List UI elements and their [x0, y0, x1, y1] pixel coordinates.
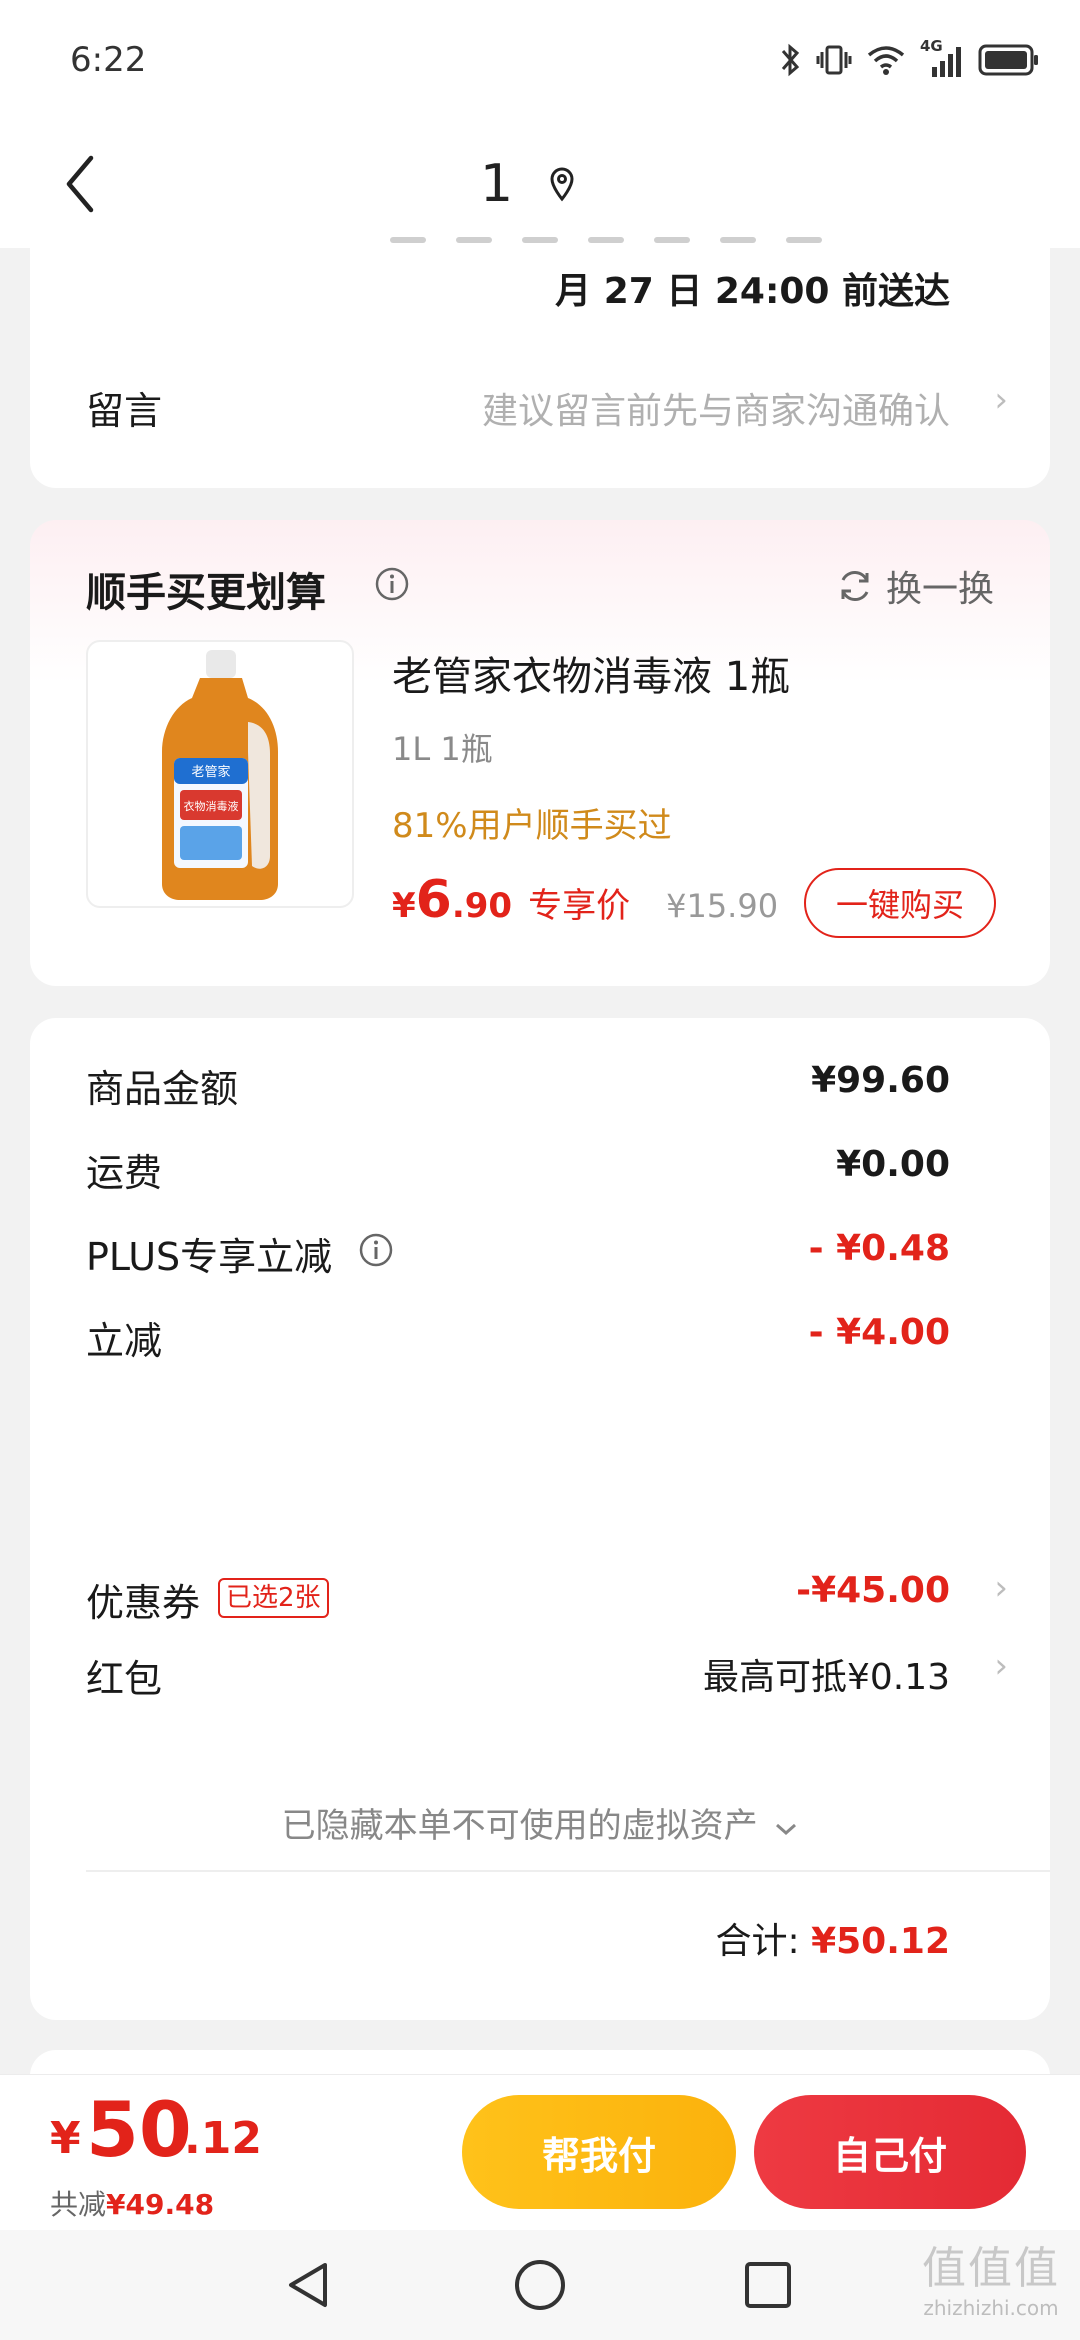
total-label: 合计:: [715, 1921, 800, 1962]
pay-currency: ¥: [50, 2113, 81, 2164]
pay-myself-button[interactable]: 自己付: [754, 2095, 1026, 2209]
back-button[interactable]: [50, 142, 110, 226]
delivery-card: 月 27 日 24:00 前送达 留言 建议留言前先与商家沟通确认 ›: [30, 220, 1050, 488]
watermark: 值值值 zhizhizhi.com: [922, 2232, 1060, 2320]
recommend-title: 顺手买更划算: [86, 570, 326, 616]
swap-button[interactable]: 换一换: [836, 560, 994, 612]
bluetooth-icon: [780, 42, 802, 78]
chevron-left-icon: [66, 155, 94, 213]
red-packet-value[interactable]: 最高可抵¥0.13: [703, 1648, 950, 1700]
watermark-glyphs: 值值值: [922, 2243, 1060, 2294]
status-icons: 4G: [780, 37, 1040, 82]
goods-amount-label: 商品金额: [86, 1067, 239, 1111]
product-price: ¥ 6 .90 专享价 ¥15.90: [392, 870, 778, 930]
one-click-buy-button[interactable]: 一键购买: [804, 868, 996, 938]
watermark-site: zhizhizhi.com: [923, 2296, 1059, 2320]
price-tag: 专享价: [528, 886, 631, 926]
message-input[interactable]: 建议留言前先与商家沟通确认: [482, 382, 950, 434]
pay-amount-decimal: .12: [184, 2113, 262, 2164]
swap-label: 换一换: [885, 569, 994, 610]
price-decimal: .90: [451, 886, 513, 926]
bottle-brand-text: 老管家: [191, 764, 230, 780]
divider: [86, 1870, 1050, 1872]
plus-discount-value: - ¥0.48: [808, 1228, 950, 1269]
order-summary-card: 商品金额 ¥99.60 运费 ¥0.00 PLUS专享立减 - ¥0.48 立减…: [30, 1018, 1050, 2020]
red-packet-label[interactable]: 红包: [86, 1648, 162, 1703]
savings-label: 共减: [50, 2188, 107, 2221]
cellular-signal-icon: 4G: [920, 37, 964, 79]
scrolled-text-fragment: [390, 228, 910, 248]
delivery-time: 月 27 日 24:00 前送达: [555, 271, 950, 312]
product-spec: 1L 1瓶: [392, 730, 493, 768]
info-icon[interactable]: [374, 566, 410, 606]
system-navigation-bar: [0, 2230, 1080, 2340]
location-pin-icon[interactable]: [548, 166, 576, 206]
goods-amount-value: ¥99.60: [811, 1060, 950, 1101]
back-triangle-icon[interactable]: [268, 2250, 348, 2320]
price-integer: 6: [415, 870, 452, 930]
hidden-assets-toggle[interactable]: 已隐藏本单不可使用的虚拟资产: [30, 1798, 1050, 1847]
vibrate-icon: [816, 42, 852, 78]
original-price: ¥15.90: [666, 887, 779, 925]
product-image[interactable]: 老管家 衣物消毒液: [86, 640, 354, 908]
instant-discount-label: 立减: [86, 1319, 163, 1363]
chevron-right-icon: ›: [994, 380, 1008, 420]
bottle-name-text: 衣物消毒液: [184, 799, 239, 813]
battery-icon: [978, 44, 1040, 76]
message-label: 留言: [86, 389, 163, 433]
coupon-badge: 已选2张: [218, 1578, 329, 1618]
home-circle-icon[interactable]: [500, 2250, 580, 2320]
refresh-icon: [841, 570, 869, 602]
hidden-assets-label: 已隐藏本单不可使用的虚拟资产: [281, 1806, 758, 1846]
status-bar: 6:22 4G: [0, 0, 1080, 120]
chevron-right-icon: ›: [994, 1646, 1008, 1686]
total-savings: 共减¥49.48: [50, 2183, 214, 2223]
recents-square-icon[interactable]: [728, 2250, 808, 2320]
pay-amount-integer: 50: [86, 2085, 192, 2174]
coupon-value[interactable]: -¥45.00: [796, 1570, 950, 1611]
total-value: ¥50.12: [811, 1921, 950, 1962]
wifi-icon: [866, 43, 906, 77]
chevron-down-icon: [776, 1823, 797, 1836]
instant-discount-value: - ¥4.00: [808, 1312, 950, 1353]
price-currency: ¥: [392, 886, 416, 926]
plus-discount-label: PLUS专享立减: [86, 1235, 333, 1279]
product-name[interactable]: 老管家衣物消毒液 1瓶: [392, 644, 790, 702]
product-social-proof: 81%用户顺手买过: [392, 806, 672, 846]
help-me-pay-button[interactable]: 帮我付: [462, 2095, 736, 2209]
coupon-label[interactable]: 优惠券: [86, 1572, 200, 1627]
order-total: 合计: ¥50.12: [715, 1912, 950, 1964]
status-time: 6:22: [70, 40, 147, 80]
page-title: 1: [480, 154, 514, 214]
recommend-card: 顺手买更划算 换一换 老管家 衣物消毒液 老管家衣物消毒液 1瓶 1L 1瓶 8…: [30, 520, 1050, 986]
savings-value: ¥49.48: [106, 2188, 215, 2221]
chevron-right-icon: ›: [994, 1568, 1008, 1608]
shipping-label: 运费: [86, 1151, 163, 1195]
checkout-bar: ¥ 50 .12 共减¥49.48 帮我付 自己付: [0, 2074, 1080, 2230]
info-icon[interactable]: [358, 1232, 394, 1272]
shipping-value: ¥0.00: [836, 1144, 950, 1185]
